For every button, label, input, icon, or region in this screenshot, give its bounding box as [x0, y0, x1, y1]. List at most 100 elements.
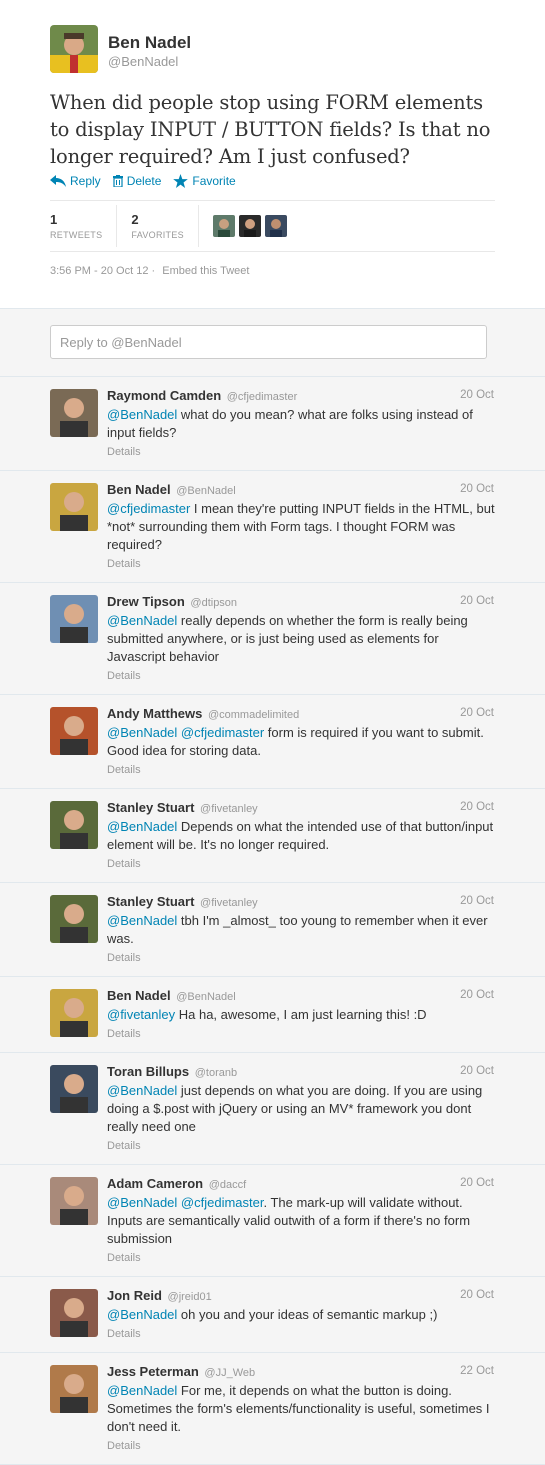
reply-avatar[interactable] [50, 895, 98, 943]
reply-author-name[interactable]: Andy Matthews [107, 706, 202, 721]
reply-date[interactable]: 20 Oct [460, 895, 494, 907]
reply-date[interactable]: 20 Oct [460, 1065, 494, 1077]
reply-avatar[interactable] [50, 483, 98, 531]
reply-author-name[interactable]: Toran Billups [107, 1064, 189, 1079]
reply-avatar[interactable] [50, 707, 98, 755]
favorite-stat[interactable]: 2 FAVORITES [131, 205, 199, 247]
reply-mention[interactable]: @BenNadel @cfjedimaster [107, 725, 264, 740]
reply-author-handle[interactable]: @fivetanley [200, 803, 258, 815]
reply-item[interactable]: Adam Cameron @daccf 20 Oct @BenNadel @cfje… [0, 1165, 545, 1277]
reply-author-name[interactable]: Drew Tipson [107, 594, 185, 609]
reply-author-name[interactable]: Jon Reid [107, 1288, 162, 1303]
reply-author-handle[interactable]: @BenNadel [176, 991, 235, 1003]
reply-author-handle[interactable]: @toranb [195, 1067, 237, 1079]
reply-author-handle[interactable]: @fivetanley [200, 897, 258, 909]
reply-date[interactable]: 20 Oct [460, 1177, 494, 1189]
reply-date[interactable]: 20 Oct [460, 707, 494, 719]
reply-date[interactable]: 20 Oct [460, 801, 494, 813]
reply-avatar[interactable] [50, 595, 98, 643]
reply-details-link[interactable]: Details [107, 443, 497, 461]
reply-details-link[interactable]: Details [107, 1249, 497, 1267]
reply-details-link[interactable]: Details [107, 1137, 497, 1155]
delete-action[interactable]: Delete [112, 174, 161, 188]
reply-input[interactable]: Reply to @BenNadel [50, 325, 487, 359]
reply-item[interactable]: Drew Tipson @dtipson 20 Oct @BenNadel real… [0, 583, 545, 695]
reply-date[interactable]: 20 Oct [460, 1289, 494, 1301]
reply-mention[interactable]: @fivetanley [107, 1007, 175, 1022]
reply-author-name[interactable]: Jess Peterman [107, 1364, 199, 1379]
reply-text: @BenNadel oh you and your ideas of seman… [107, 1306, 497, 1343]
reply-text: @BenNadel @cfjedimaster form is required… [107, 724, 497, 779]
reply-mention[interactable]: @BenNadel [107, 1083, 177, 1098]
reply-action[interactable]: Reply [50, 174, 101, 188]
embed-tweet-link[interactable]: Embed this Tweet [162, 265, 249, 277]
reply-details-link[interactable]: Details [107, 555, 497, 573]
reply-avatar[interactable] [50, 801, 98, 849]
reply-body: oh you and your ideas of semantic markup… [177, 1307, 438, 1322]
replies-list: Raymond Camden @cfjedimaster 20 Oct @BenNa… [0, 377, 545, 1465]
reply-author-name[interactable]: Ben Nadel [107, 988, 171, 1003]
reply-item[interactable]: Ben Nadel @BenNadel 20 Oct @cfjedimaster I… [0, 471, 545, 583]
reply-item[interactable]: Stanley Stuart @fivetanley 20 Oct @BenNade… [0, 883, 545, 977]
author-avatar[interactable] [50, 25, 98, 73]
reply-avatar[interactable] [50, 389, 98, 437]
reply-author-handle[interactable]: @commadelimited [208, 709, 299, 721]
reply-date[interactable]: 20 Oct [460, 389, 494, 401]
reply-date[interactable]: 20 Oct [460, 989, 494, 1001]
reply-avatar[interactable] [50, 1177, 98, 1225]
reply-author-handle[interactable]: @daccf [209, 1179, 246, 1191]
meta-separator: · [151, 265, 156, 277]
reply-author-handle[interactable]: @BenNadel [176, 485, 235, 497]
reply-item[interactable]: Andy Matthews @commadelimited 20 Oct @BenN… [0, 695, 545, 789]
retweet-stat[interactable]: 1 RETWEETS [50, 205, 118, 247]
reply-author-name[interactable]: Ben Nadel [107, 482, 171, 497]
reply-avatar[interactable] [50, 1289, 98, 1337]
reply-text: @BenNadel @cfjedimaster. The mark-up wil… [107, 1194, 497, 1267]
reply-details-link[interactable]: Details [107, 761, 497, 779]
reply-details-link[interactable]: Details [107, 667, 497, 685]
author-name[interactable]: Ben Nadel [108, 33, 191, 53]
reply-details-link[interactable]: Details [107, 855, 497, 873]
reply-mention[interactable]: @BenNadel [107, 913, 177, 928]
reply-date[interactable]: 20 Oct [460, 483, 494, 495]
reply-author-name[interactable]: Stanley Stuart [107, 894, 194, 909]
reply-item[interactable]: Ben Nadel @BenNadel 20 Oct @fivetanley Ha … [0, 977, 545, 1053]
reply-author-handle[interactable]: @dtipson [190, 597, 237, 609]
reply-mention[interactable]: @BenNadel [107, 407, 177, 422]
reply-mention[interactable]: @BenNadel [107, 1307, 177, 1322]
retweet-label: RETWEETS [50, 230, 103, 240]
reply-mention[interactable]: @BenNadel [107, 1383, 177, 1398]
reply-author-handle[interactable]: @JJ_Web [204, 1367, 255, 1379]
favoriter-avatars [212, 215, 287, 237]
favoriter-avatar[interactable] [238, 215, 261, 237]
reply-date[interactable]: 22 Oct [460, 1365, 494, 1377]
reply-mention[interactable]: @cfjedimaster [107, 501, 190, 516]
author-handle[interactable]: @BenNadel [108, 54, 178, 69]
tweet-timestamp[interactable]: 3:56 PM - 20 Oct 12 [50, 265, 148, 277]
reply-item[interactable]: Jon Reid @jreid01 20 Oct @BenNadel oh you … [0, 1277, 545, 1353]
reply-date[interactable]: 20 Oct [460, 595, 494, 607]
reply-details-link[interactable]: Details [107, 1325, 497, 1343]
reply-mention[interactable]: @BenNadel [107, 819, 177, 834]
favorite-action[interactable]: Favorite [173, 174, 236, 188]
reply-item[interactable]: Stanley Stuart @fivetanley 20 Oct @BenNade… [0, 789, 545, 883]
reply-author-handle[interactable]: @cfjedimaster [227, 391, 297, 403]
reply-author-name[interactable]: Raymond Camden [107, 388, 221, 403]
reply-author-name[interactable]: Stanley Stuart [107, 800, 194, 815]
reply-item[interactable]: Jess Peterman @JJ_Web 22 Oct @BenNadel For… [0, 1353, 545, 1465]
reply-details-link[interactable]: Details [107, 949, 497, 967]
reply-details-link[interactable]: Details [107, 1025, 497, 1043]
reply-avatar[interactable] [50, 1365, 98, 1413]
reply-avatar[interactable] [50, 1065, 98, 1113]
reply-details-link[interactable]: Details [107, 1437, 497, 1455]
reply-avatar[interactable] [50, 989, 98, 1037]
reply-mention[interactable]: @BenNadel [107, 613, 177, 628]
favoriter-avatar[interactable] [264, 215, 287, 237]
reply-mention[interactable]: @BenNadel @cfjedimaster [107, 1195, 263, 1210]
reply-author-handle[interactable]: @jreid01 [168, 1291, 212, 1303]
reply-author-name[interactable]: Adam Cameron [107, 1176, 203, 1191]
reply-item[interactable]: Toran Billups @toranb 20 Oct @BenNadel jus… [0, 1053, 545, 1165]
favoriter-avatar[interactable] [212, 215, 235, 237]
retweet-count: 1 [50, 212, 58, 227]
reply-item[interactable]: Raymond Camden @cfjedimaster 20 Oct @BenNa… [0, 377, 545, 471]
